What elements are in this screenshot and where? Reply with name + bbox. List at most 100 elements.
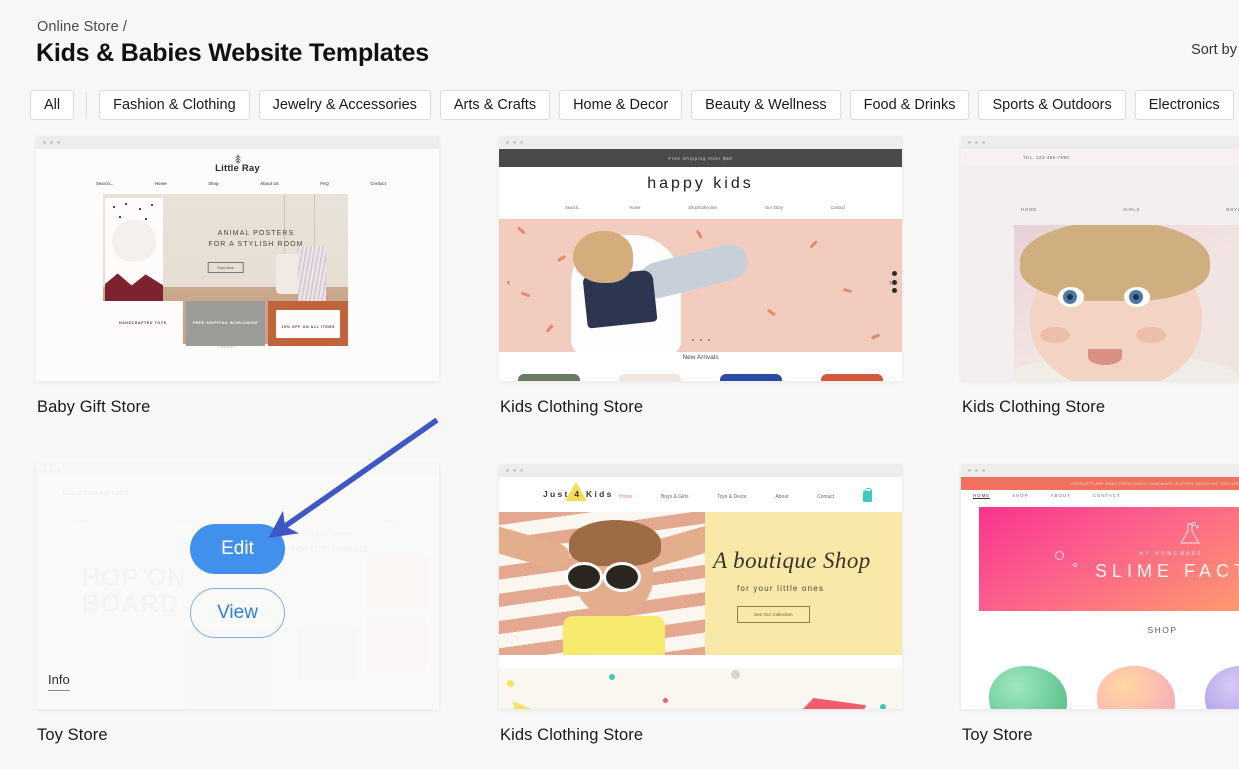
poster-art (105, 198, 163, 302)
promo-tile: FREE SHIPPING WORLDWIDE (185, 301, 266, 346)
product-item (989, 666, 1067, 709)
preview-nav-toys-decor: Toys & Decor (717, 493, 747, 500)
template-card-label: Toy Store (37, 726, 108, 744)
preview-brand: Little Ray (215, 163, 260, 174)
social-icons (892, 271, 897, 297)
filter-chip-beauty-wellness[interactable]: Beauty & Wellness (691, 90, 841, 120)
browser-chrome-bar (499, 464, 902, 477)
template-card-kids-clothing-store-3[interactable]: Just 4 Kids Home Boys & Girls Toys & Dec… (499, 464, 902, 744)
preview-nav: HOME SHOP ABOUT CONTACT (973, 493, 1121, 499)
preview-nav-contact: Contact (370, 181, 386, 186)
preview-nav-search: Search... (565, 205, 582, 210)
chrome-dot-icon (975, 469, 978, 472)
chrome-dot-icon (968, 141, 971, 144)
edit-button[interactable]: Edit (190, 523, 285, 574)
template-card-baby-gift-store[interactable]: Little Ray Search... Home Shop About Us … (36, 136, 439, 416)
template-card-toy-store-2[interactable]: PRODUCTS ARE MADE FRESH DAILY! HANDMADE … (961, 464, 1239, 744)
preview-nav-boys-girls: Boys & Girls (660, 493, 689, 500)
hero-text-panel: A boutique Shop for your little ones See… (705, 512, 902, 655)
filter-chip-fashion-clothing[interactable]: Fashion & Clothing (99, 90, 250, 120)
template-preview-just-4-kids: Just 4 Kids Home Boys & Girls Toys & Dec… (499, 477, 902, 709)
preview-hero-title: SLIME FACTORY (1095, 561, 1239, 581)
template-card-toy-store-1[interactable]: ALL ABOARD KIDS Shop Toys About Contact … (36, 464, 439, 744)
preview-hero-button: Shop Now (207, 262, 244, 273)
filter-chip-sports-outdoors[interactable]: Sports & Outdoors (978, 90, 1126, 120)
preview-hero-subtitle: MY HOMEMADE (1139, 551, 1204, 557)
preview-phone: TEL. 123-456-7890 (961, 149, 1239, 165)
carousel-prev-icon: ‹ (507, 277, 510, 287)
info-link[interactable]: Info (48, 672, 70, 691)
product-item (820, 374, 883, 381)
filter-chip-jewelry-accessories[interactable]: Jewelry & Accessories (258, 90, 431, 120)
template-card-label: Kids Clothing Store (962, 398, 1106, 416)
chrome-dot-icon (520, 141, 523, 144)
browser-chrome-bar (961, 136, 1239, 149)
chrome-dot-icon (513, 469, 516, 472)
template-grid: Little Ray Search... Home Shop About Us … (0, 136, 1239, 769)
chrome-dot-icon (43, 141, 46, 144)
preview-hero-subtitle: for your little ones (737, 584, 825, 593)
chrome-dot-icon (968, 469, 971, 472)
chrome-dot-icon (975, 141, 978, 144)
template-thumbnail[interactable]: Just 4 Kids Home Boys & Girls Toys & Dec… (499, 464, 902, 709)
chrome-dot-icon (520, 469, 523, 472)
product-row (989, 660, 1239, 709)
filter-chip-food-drinks[interactable]: Food & Drinks (849, 90, 970, 120)
filter-chip-arts-crafts[interactable]: Arts & Crafts (439, 90, 551, 120)
product-row (499, 374, 902, 381)
template-thumbnail[interactable]: TEL. 123-456-7890 -COOL BABIES- HOME GIR… (961, 136, 1239, 381)
preview-nav-boys: BOYS (1226, 207, 1239, 212)
filter-chip-electronics[interactable]: Electronics (1134, 90, 1234, 120)
page-title: Kids & Babies Website Templates (36, 39, 429, 67)
template-card-label: Toy Store (962, 726, 1033, 744)
preview-section-title: SHOP (1147, 625, 1178, 635)
preview-nav-contact: CONTACT (1092, 493, 1121, 498)
template-card-label: Kids Clothing Store (500, 726, 644, 744)
preview-hero-line1: ANIMAL POSTERS (217, 230, 295, 237)
template-card-label: Baby Gift Store (37, 398, 151, 416)
template-thumbnail[interactable]: Little Ray Search... Home Shop About Us … (36, 136, 439, 381)
filter-divider (86, 92, 88, 118)
browser-chrome-bar (961, 464, 1239, 477)
preview-footer-decor (499, 668, 902, 709)
templates-gallery-page: Online Store / Kids & Babies Website Tem… (0, 0, 1239, 769)
sort-by-control[interactable]: Sort by (1191, 42, 1239, 58)
template-thumbnail-hovered[interactable]: ALL ABOARD KIDS Shop Toys About Contact … (36, 464, 439, 709)
preview-nav-home: HOME (973, 493, 991, 499)
preview-announcement-bar: PRODUCTS ARE MADE FRESH DAILY! HANDMADE … (961, 477, 1239, 490)
preview-nav-shop: SHOP (1012, 493, 1029, 498)
preview-hero-title: A boutique Shop (713, 548, 871, 573)
chrome-dot-icon (982, 141, 985, 144)
product-item (619, 374, 682, 381)
flask-icon (1180, 521, 1200, 544)
preview-nav-home: Home (619, 493, 633, 500)
template-thumbnail[interactable]: PRODUCTS ARE MADE FRESH DAILY! HANDMADE … (961, 464, 1239, 709)
hover-action-group: Edit View (36, 464, 439, 709)
view-button[interactable]: View (190, 587, 285, 638)
filter-chip-all[interactable]: All (30, 90, 75, 120)
category-filter-bar: All Fashion & Clothing Jewelry & Accesso… (0, 88, 1239, 122)
template-card-kids-clothing-store-1[interactable]: Free Shipping Over $50 happy kids Search… (499, 136, 902, 416)
preview-hero: ‹ › (499, 219, 902, 352)
chrome-dot-icon (506, 469, 509, 472)
preview-nav-search: Search... (96, 181, 114, 186)
filter-chip-home-decor[interactable]: Home & Decor (559, 90, 683, 120)
breadcrumb[interactable]: Online Store / (37, 19, 127, 35)
template-grid-row: Little Ray Search... Home Shop About Us … (0, 136, 1239, 464)
promo-tile: HANDCRAFTED TOYS (103, 301, 183, 346)
preview-nav-home: Home (154, 181, 167, 186)
template-preview-slime-factory: PRODUCTS ARE MADE FRESH DAILY! HANDMADE … (961, 477, 1239, 709)
template-card-kids-clothing-store-2[interactable]: TEL. 123-456-7890 -COOL BABIES- HOME GIR… (961, 136, 1239, 416)
baby-photo (1014, 225, 1238, 381)
chrome-dot-icon (982, 469, 985, 472)
template-grid-row: ALL ABOARD KIDS Shop Toys About Contact … (0, 464, 1239, 769)
preview-hero: FREE SHIPPING < GIRLS (1014, 225, 1239, 381)
preview-nav-home: HOME (1021, 207, 1038, 212)
preview-nav-girls: GIRLS (1123, 207, 1141, 212)
child-head (573, 231, 633, 283)
preview-nav-home: Home (629, 205, 641, 210)
template-preview-happy-kids: Free Shipping Over $50 happy kids Search… (499, 149, 902, 381)
template-thumbnail[interactable]: Free Shipping Over $50 happy kids Search… (499, 136, 902, 381)
preview-nav-contact: Contact (817, 493, 835, 500)
preview-nav: HOME GIRLS BOYS ABOUT US (1021, 207, 1239, 212)
